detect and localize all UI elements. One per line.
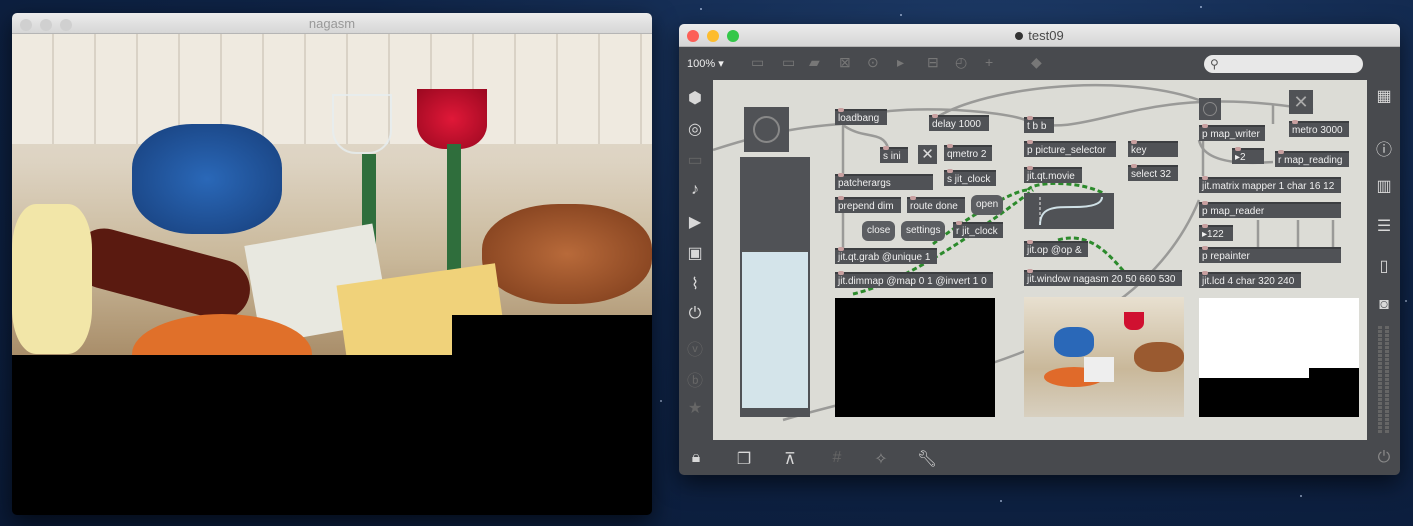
panel-icon[interactable]: ▭ bbox=[683, 150, 707, 170]
picture-selector-object[interactable]: p picture_selector bbox=[1024, 140, 1116, 157]
slider-fill bbox=[742, 250, 808, 408]
patcher-window: test09 100% ▾ ▭ ▭ ▰ ⊠ ⊙ ▸ ⊟ ◴ + ◆ ⚲ ⬢ ◎ … bbox=[679, 24, 1400, 475]
paint-bucket-icon[interactable]: ◆ bbox=[1031, 54, 1042, 71]
search-input[interactable]: ⚲ bbox=[1204, 55, 1363, 73]
map-reader-object[interactable]: p map_reader bbox=[1199, 201, 1341, 218]
projector-icon[interactable]: ⊼ bbox=[778, 449, 802, 469]
toggle-icon[interactable]: ⊠ bbox=[839, 54, 851, 71]
number-box[interactable]: ▸122 bbox=[1199, 224, 1233, 241]
plug-icon[interactable]: ⏻ bbox=[683, 305, 707, 323]
wrench-icon[interactable]: 🔧︎ bbox=[915, 449, 939, 469]
presentation-icon[interactable]: ❐ bbox=[732, 449, 756, 469]
key-object[interactable]: key bbox=[1128, 140, 1178, 157]
jit-window-object[interactable]: jit.window nagasm 20 50 660 530 bbox=[1024, 269, 1182, 286]
jit-pwindow-camera bbox=[835, 298, 995, 417]
grid-icon[interactable]: ▦ bbox=[1372, 86, 1396, 106]
zoom-button[interactable] bbox=[727, 30, 739, 42]
patcher-canvas[interactable]: loadbang delay 1000 s ini ✕ qmetro 2 s j… bbox=[713, 80, 1367, 440]
jit-qt-grab-object[interactable]: jit.qt.grab @unique 1 bbox=[835, 247, 937, 264]
zoom-menu[interactable]: 100% ▾ bbox=[687, 57, 724, 70]
title-bar: test09 bbox=[679, 24, 1400, 47]
cube-icon[interactable]: ⬢ bbox=[683, 88, 707, 108]
play-icon[interactable]: ▶ bbox=[683, 212, 707, 232]
open-message[interactable]: open bbox=[971, 195, 1004, 215]
nagasm-window: nagasm bbox=[12, 13, 652, 515]
jit-dimmap-object[interactable]: jit.dimmap @map 0 1 @invert 1 0 bbox=[835, 271, 993, 288]
number-box[interactable]: ▸2 bbox=[1232, 147, 1264, 164]
bang-button[interactable] bbox=[1199, 98, 1221, 120]
zoom-level: 100% bbox=[687, 58, 716, 70]
matrix-switch[interactable] bbox=[1024, 193, 1114, 229]
image-icon[interactable]: ▣ bbox=[683, 243, 707, 263]
map-writer-object[interactable]: p map_writer bbox=[1199, 124, 1265, 141]
object-box-icon[interactable]: ▭ bbox=[751, 54, 764, 71]
music-icon[interactable]: ♪ bbox=[683, 181, 707, 199]
comment-icon[interactable]: ▰ bbox=[809, 54, 820, 71]
title-bar: nagasm bbox=[12, 13, 652, 34]
power-icon[interactable]: ⏻ bbox=[1372, 449, 1396, 467]
patch-cord bbox=[1028, 100, 1314, 127]
jit-op-object[interactable]: jit.op @op & bbox=[1024, 240, 1088, 257]
jit-matrix-object[interactable]: jit.matrix mapper 1 char 16 12 bbox=[1199, 176, 1341, 193]
select-object[interactable]: select 32 bbox=[1128, 164, 1178, 181]
star-icon[interactable]: ★ bbox=[683, 398, 707, 418]
minimize-button[interactable] bbox=[707, 30, 719, 42]
reference-icon[interactable]: ▯ bbox=[1372, 256, 1396, 276]
s-jit-clock-object[interactable]: s jit_clock bbox=[944, 169, 996, 186]
loadbang-object[interactable]: loadbang bbox=[835, 108, 887, 125]
grid-toggle-icon[interactable]: # bbox=[825, 449, 849, 467]
number-value: 122 bbox=[1207, 229, 1224, 240]
info-icon[interactable]: ⓘ bbox=[1372, 136, 1396, 160]
route-done-object[interactable]: route done bbox=[907, 196, 965, 213]
audio-meter bbox=[1385, 326, 1389, 434]
settings-message[interactable]: settings bbox=[901, 221, 946, 241]
metro-object[interactable]: metro 3000 bbox=[1289, 120, 1349, 137]
tbb-object[interactable]: t b b bbox=[1024, 116, 1054, 133]
jit-qt-movie-object[interactable]: jit.qt.movie bbox=[1024, 166, 1082, 183]
repainter-object[interactable]: p repainter bbox=[1199, 246, 1341, 263]
message-box-icon[interactable]: ▭ bbox=[782, 54, 795, 71]
camera-icon[interactable]: ◙ bbox=[1372, 296, 1396, 314]
delay-object[interactable]: delay 1000 bbox=[929, 114, 989, 131]
button-icon[interactable]: ⊙ bbox=[867, 54, 879, 71]
window-title: test09 bbox=[1028, 28, 1064, 43]
s-ini-object[interactable]: s ini bbox=[880, 146, 908, 163]
jit-lcd-object[interactable]: jit.lcd 4 char 320 240 bbox=[1199, 271, 1301, 288]
patcherargs-object[interactable]: patcherargs bbox=[835, 173, 933, 190]
b-icon[interactable]: ⓑ bbox=[683, 367, 707, 391]
debug-icon[interactable]: ✧ bbox=[869, 449, 893, 469]
window-title: nagasm bbox=[308, 16, 356, 31]
r-jit-clock-object[interactable]: r jit_clock bbox=[953, 221, 1003, 238]
zoom-button[interactable] bbox=[60, 19, 72, 31]
close-message[interactable]: close bbox=[862, 221, 896, 241]
book-icon[interactable]: ▥ bbox=[1372, 176, 1396, 196]
number-icon[interactable]: ▸ bbox=[897, 54, 904, 71]
number-value: 2 bbox=[1240, 152, 1246, 163]
r-map-reading-object[interactable]: r map_reading bbox=[1275, 150, 1349, 167]
prepend-dim-object[interactable]: prepend dim bbox=[835, 196, 901, 213]
patch-cord bbox=[842, 123, 890, 149]
search-icon: ⚲ bbox=[1210, 57, 1219, 71]
vertical-slider[interactable] bbox=[740, 157, 810, 417]
toggle[interactable]: ✕ bbox=[1289, 90, 1313, 114]
qmetro-object[interactable]: qmetro 2 bbox=[944, 144, 992, 161]
jit-lcd-display[interactable] bbox=[1199, 298, 1359, 417]
bang-button[interactable] bbox=[744, 107, 789, 152]
toggle[interactable]: ✕ bbox=[918, 145, 937, 164]
slider-icon[interactable]: ⊟ bbox=[927, 54, 939, 71]
jit-pwindow-picture bbox=[1024, 297, 1184, 417]
video-frame bbox=[12, 34, 652, 355]
minimize-button[interactable] bbox=[40, 19, 52, 31]
list-icon[interactable]: ☰ bbox=[1372, 216, 1396, 236]
dial-icon[interactable]: ◴ bbox=[955, 54, 967, 71]
add-icon[interactable]: + bbox=[985, 54, 993, 70]
close-button[interactable] bbox=[20, 19, 32, 31]
paperclip-icon[interactable]: ⌇ bbox=[683, 274, 707, 294]
audio-meter bbox=[1378, 326, 1382, 434]
circle-icon[interactable]: ◎ bbox=[683, 119, 707, 139]
v-icon[interactable]: ⓥ bbox=[683, 336, 707, 360]
document-icon bbox=[1015, 32, 1024, 40]
close-button[interactable] bbox=[687, 30, 699, 42]
lock-icon[interactable]: 🔒︎ bbox=[684, 449, 708, 467]
